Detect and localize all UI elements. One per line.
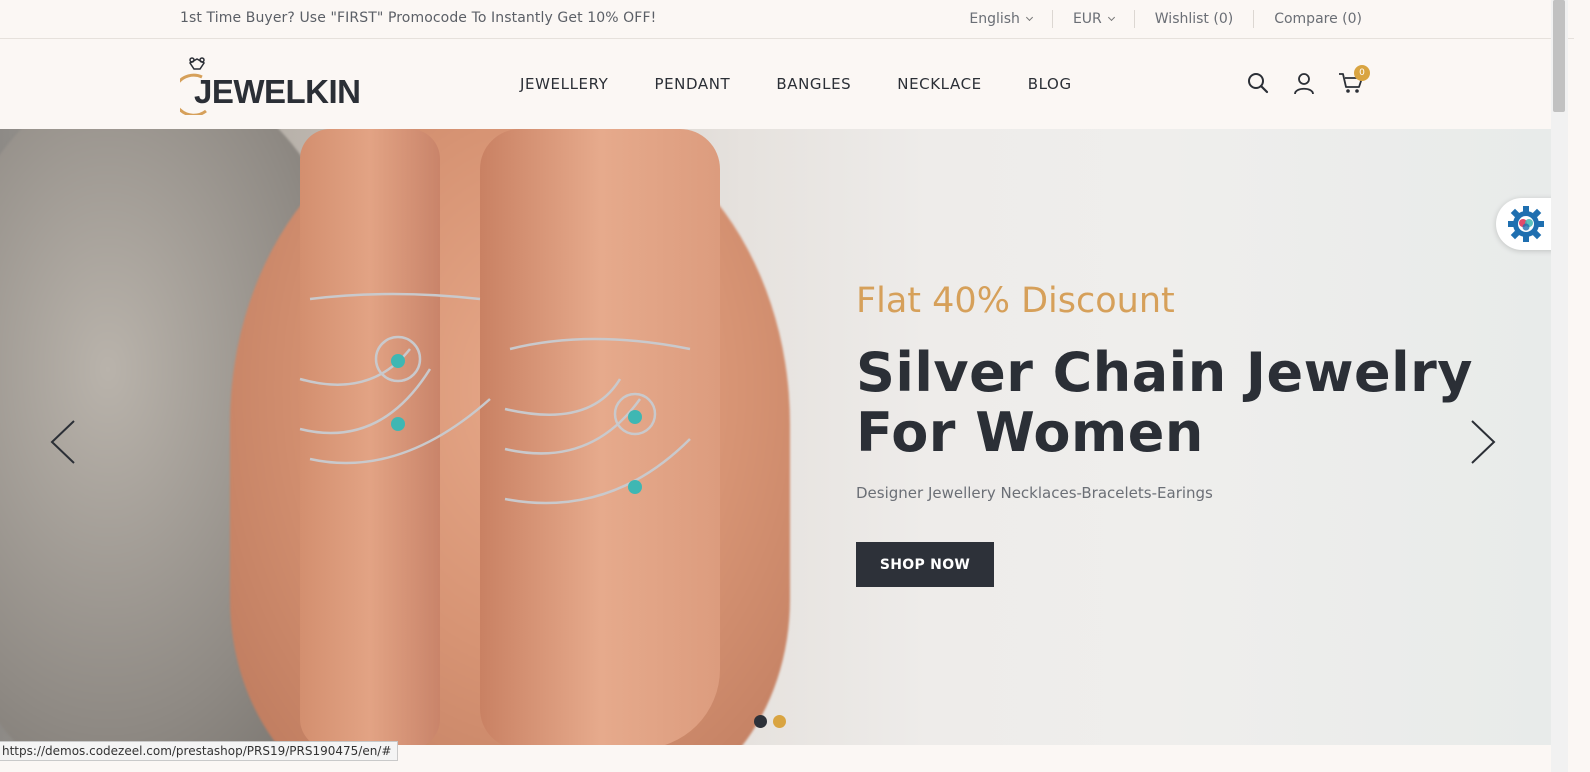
hero-title: Silver Chain Jewelry For Women bbox=[856, 341, 1473, 464]
slider-dot-2[interactable] bbox=[773, 715, 786, 728]
compare-label: Compare (0) bbox=[1274, 11, 1362, 27]
hero-discount-text: Flat 40% Discount bbox=[856, 281, 1175, 321]
nav-item-necklace[interactable]: NECKLACE bbox=[897, 75, 981, 93]
slider-prev-arrow[interactable] bbox=[48, 419, 78, 465]
theme-settings-widget[interactable] bbox=[1496, 198, 1556, 250]
nav-item-jewellery[interactable]: JEWELLERY bbox=[520, 75, 608, 93]
top-right-links: English EUR Wishlist (0) Compare (0) bbox=[969, 0, 1362, 38]
cart-count-badge: 0 bbox=[1354, 65, 1370, 81]
shop-now-button[interactable]: SHOP NOW bbox=[856, 542, 994, 587]
user-icon[interactable] bbox=[1292, 71, 1316, 95]
gear-icon bbox=[1508, 206, 1544, 242]
search-icon[interactable] bbox=[1246, 71, 1270, 95]
header-icons: 0 bbox=[1246, 65, 1370, 95]
logo-wordmark: JEWELKIN bbox=[194, 73, 361, 110]
scrollbar-thumb[interactable] bbox=[1553, 0, 1565, 112]
nav-item-blog[interactable]: BLOG bbox=[1028, 75, 1072, 93]
chevron-down-icon bbox=[1107, 13, 1115, 22]
compare-link[interactable]: Compare (0) bbox=[1253, 10, 1362, 28]
site-logo[interactable]: JEWELKIN bbox=[180, 55, 361, 115]
nav-item-pendant[interactable]: PENDANT bbox=[654, 75, 730, 93]
currency-label: EUR bbox=[1072, 11, 1102, 27]
language-label: English bbox=[969, 11, 1020, 27]
wishlist-link[interactable]: Wishlist (0) bbox=[1133, 10, 1253, 28]
browser-status-url: https://demos.codezeel.com/prestashop/PR… bbox=[0, 741, 399, 761]
anklet-image bbox=[299, 292, 691, 505]
main-header: JEWELKIN JEWELLERY PENDANT BANGLES NECKL… bbox=[0, 39, 1574, 130]
chevron-down-icon bbox=[1025, 13, 1033, 22]
cart-icon[interactable]: 0 bbox=[1338, 65, 1370, 95]
main-nav: JEWELLERY PENDANT BANGLES NECKLACE BLOG bbox=[520, 75, 1118, 93]
top-bar: 1st Time Buyer? Use "FIRST" Promocode To… bbox=[0, 0, 1574, 39]
currency-selector[interactable]: EUR bbox=[1051, 10, 1134, 28]
slider-pagination bbox=[754, 715, 786, 728]
nav-item-bangles[interactable]: BANGLES bbox=[776, 75, 851, 93]
wishlist-label: Wishlist (0) bbox=[1154, 11, 1234, 27]
promo-text: 1st Time Buyer? Use "FIRST" Promocode To… bbox=[180, 10, 657, 26]
page-scrollbar[interactable] bbox=[1551, 0, 1568, 772]
language-selector[interactable]: English bbox=[969, 10, 1052, 28]
hero-slider: Flat 40% Discount Silver Chain Jewelry F… bbox=[0, 129, 1551, 745]
hero-subtitle: Designer Jewellery Necklaces-Bracelets-E… bbox=[856, 484, 1213, 502]
slider-dot-1[interactable] bbox=[754, 715, 767, 728]
